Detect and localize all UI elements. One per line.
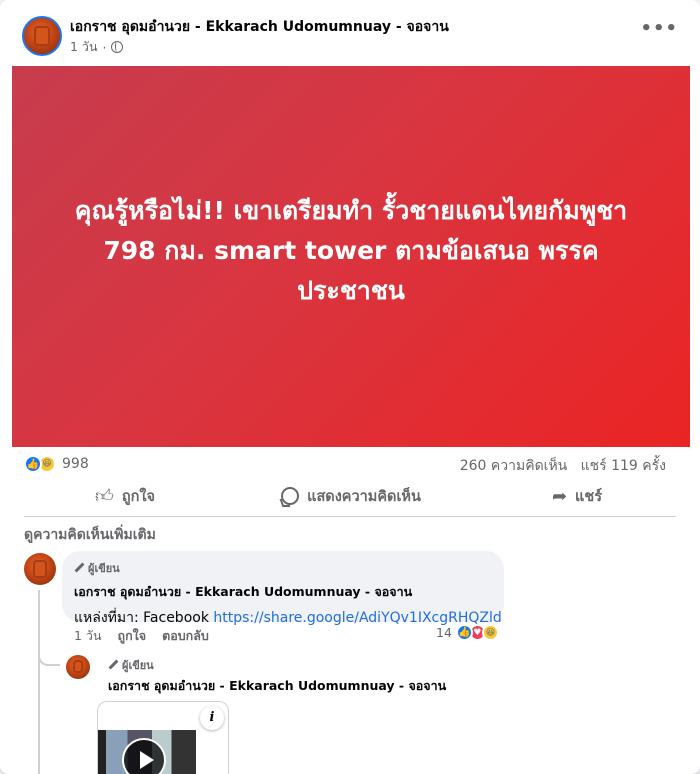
thread-line: [38, 590, 58, 774]
author-name[interactable]: เอกราช อุดมอำนวย - Ekkarach Udomumnuay -…: [70, 16, 449, 38]
comment-reactions[interactable]: 14 👍 ♥ 😆: [436, 624, 499, 641]
author-badge: ผู้เขียน: [74, 559, 492, 577]
view-more-comments-link[interactable]: ดูความคิดเห็นเพิ่มเติม: [24, 524, 156, 546]
comment-icon: [281, 487, 300, 505]
post-banner[interactable]: คุณรู้หรือไม่!! เขาเตรียมทำ รั้วชายแดนไท…: [12, 66, 690, 447]
comment-reply-button[interactable]: ตอบกลับ: [162, 626, 209, 646]
like-button[interactable]: 👍︎ ถูกใจ: [12, 480, 238, 512]
banner-line-1: คุณรู้หรือไม่!! เขาเตรียมทำ รั้วชายแดนไท…: [74, 195, 628, 225]
post-meta: 1 วัน ·: [70, 37, 124, 57]
reply-media-attachment[interactable]: i: [97, 701, 229, 774]
share-count[interactable]: แชร์ 119 ครั้ง: [581, 458, 666, 474]
comment-author-name[interactable]: เอกราช อุดมอำนวย - Ekkarach Udomumnuay -…: [74, 582, 492, 602]
post-card: เอกราช อุดมอำนวย - Ekkarach Udomumnuay -…: [0, 0, 700, 774]
divider: [24, 516, 676, 517]
comment-actions: 1 วัน ถูกใจ ตอบกลับ: [74, 626, 209, 646]
like-reaction-icon: 👍: [24, 455, 42, 473]
post-actions: 👍︎ ถูกใจ แสดงความคิดเห็น ➦ แชร์: [12, 480, 690, 512]
play-icon[interactable]: [122, 738, 166, 774]
globe-icon: [111, 41, 124, 53]
comment-time[interactable]: 1 วัน: [74, 626, 102, 646]
more-options-button[interactable]: •••: [640, 20, 678, 38]
comment-count[interactable]: 260 ความคิดเห็น: [460, 458, 568, 474]
reply-author-badge: ผู้เขียน: [108, 656, 154, 674]
reply-badge-label: ผู้เขียน: [122, 659, 154, 672]
comment-share-counts: 260 ความคิดเห็น แชร์ 119 ครั้ง: [460, 455, 666, 477]
banner-line-2: 798 กม. smart tower ตามข้อเสนอ พรรคประชา…: [103, 235, 599, 305]
post-header: เอกราช อุดมอำนวย - Ekkarach Udomumnuay -…: [12, 12, 688, 58]
author-avatar[interactable]: [22, 16, 62, 56]
haha-reaction-icon: 😆: [481, 624, 499, 641]
post-stats: 👍 😆 998 260 ความคิดเห็น แชร์ 119 ครั้ง: [24, 455, 676, 475]
post-time[interactable]: 1 วัน: [70, 37, 98, 57]
thread-branch-line: [38, 650, 60, 666]
comment-label: แสดงความคิดเห็น: [307, 488, 421, 505]
pencil-icon: [74, 563, 84, 573]
reply-avatar[interactable]: [66, 655, 90, 679]
comment-button[interactable]: แสดงความคิดเห็น: [238, 480, 464, 512]
author-badge-label: ผู้เขียน: [88, 562, 120, 575]
comment-avatar[interactable]: [24, 553, 56, 585]
comment-like-button[interactable]: ถูกใจ: [118, 626, 147, 646]
comment-text-prefix: แหล่งที่มา: Facebook: [74, 610, 214, 626]
share-button[interactable]: ➦ แชร์: [464, 480, 690, 512]
banner-text: คุณรู้หรือไม่!! เขาเตรียมทำ รั้วชายแดนไท…: [51, 191, 651, 311]
like-reaction-icon: 👍: [455, 624, 473, 641]
info-icon[interactable]: i: [200, 706, 224, 730]
thumbs-up-icon: 👍︎: [95, 486, 114, 507]
reaction-summary[interactable]: 👍 😆 998: [24, 455, 89, 473]
pencil-icon: [108, 660, 118, 670]
like-label: ถูกใจ: [121, 488, 155, 505]
reply-author-name[interactable]: เอกราช อุดมอำนวย - Ekkarach Udomumnuay -…: [108, 676, 446, 696]
reaction-count: 998: [62, 456, 89, 472]
share-arrow-icon: ➦: [551, 485, 568, 507]
share-label: แชร์: [575, 488, 603, 505]
comment-bubble: ผู้เขียน เอกราช อุดมอำนวย - Ekkarach Udo…: [62, 551, 504, 626]
comment-reaction-count: 14: [436, 625, 452, 640]
